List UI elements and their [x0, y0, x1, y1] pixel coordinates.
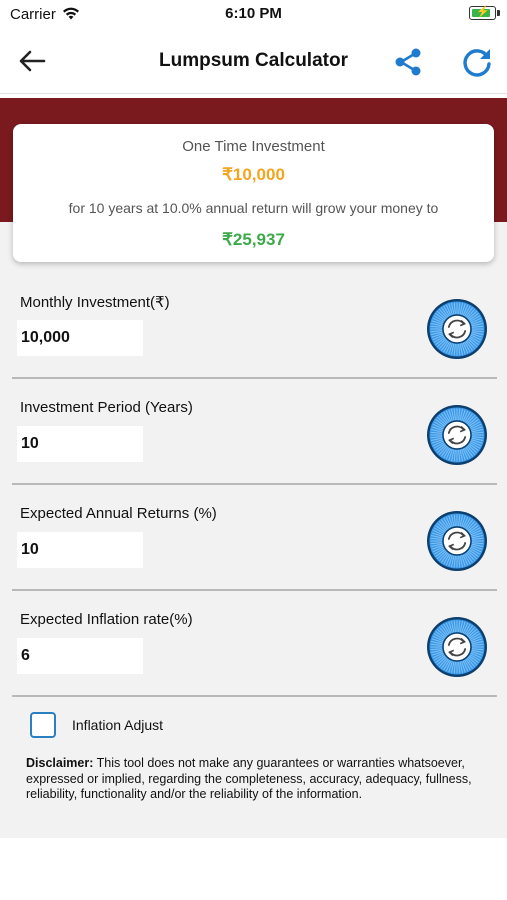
disclaimer-text: This tool does not make any guarantees o…: [26, 756, 472, 801]
annual-returns-row: Expected Annual Returns (%): [12, 485, 497, 591]
summary-card: One Time Investment ₹10,000 for 10 years…: [13, 124, 494, 262]
investment-amount: ₹10,000: [222, 165, 285, 184]
clock: 6:10 PM: [225, 5, 282, 22]
inflation-adjust-checkbox[interactable]: [30, 712, 56, 738]
nav-bar: Lumpsum Calculator: [0, 28, 507, 94]
inflation-adjust-label: Inflation Adjust: [72, 717, 164, 733]
disclaimer-title: Disclaimer:: [26, 756, 94, 770]
result-amount: ₹25,937: [222, 230, 285, 249]
reset-dial-icon[interactable]: [426, 510, 488, 572]
inflation-adjust-row[interactable]: Inflation Adjust: [30, 712, 330, 740]
monthly-investment-row: Monthly Investment(₹): [12, 273, 497, 379]
annual-returns-input[interactable]: [17, 532, 143, 568]
reset-dial-icon[interactable]: [426, 298, 488, 360]
annual-returns-label: Expected Annual Returns (%): [20, 505, 217, 522]
inflation-rate-input[interactable]: [17, 638, 143, 674]
summary-description: for 10 years at 10.0% annual return will…: [68, 200, 439, 216]
summary-heading: One Time Investment: [182, 138, 325, 155]
disclaimer: Disclaimer: This tool does not make any …: [26, 756, 481, 803]
investment-period-label: Investment Period (Years): [20, 399, 193, 416]
investment-period-row: Investment Period (Years): [12, 379, 497, 485]
refresh-icon[interactable]: [459, 45, 495, 81]
reset-dial-icon[interactable]: [426, 404, 488, 466]
inflation-rate-label: Expected Inflation rate(%): [20, 611, 193, 628]
status-bar: Carrier 6:10 PM ⚡: [0, 0, 507, 28]
battery-cap: [497, 10, 500, 16]
monthly-investment-input[interactable]: [17, 320, 143, 356]
inflation-rate-row: Expected Inflation rate(%): [12, 591, 497, 697]
page-title: Lumpsum Calculator: [159, 50, 348, 71]
share-icon[interactable]: [392, 46, 424, 78]
reset-dial-icon[interactable]: [426, 616, 488, 678]
battery-icon: ⚡: [469, 6, 496, 20]
investment-period-input[interactable]: [17, 426, 143, 462]
monthly-investment-label: Monthly Investment(₹): [20, 294, 170, 311]
